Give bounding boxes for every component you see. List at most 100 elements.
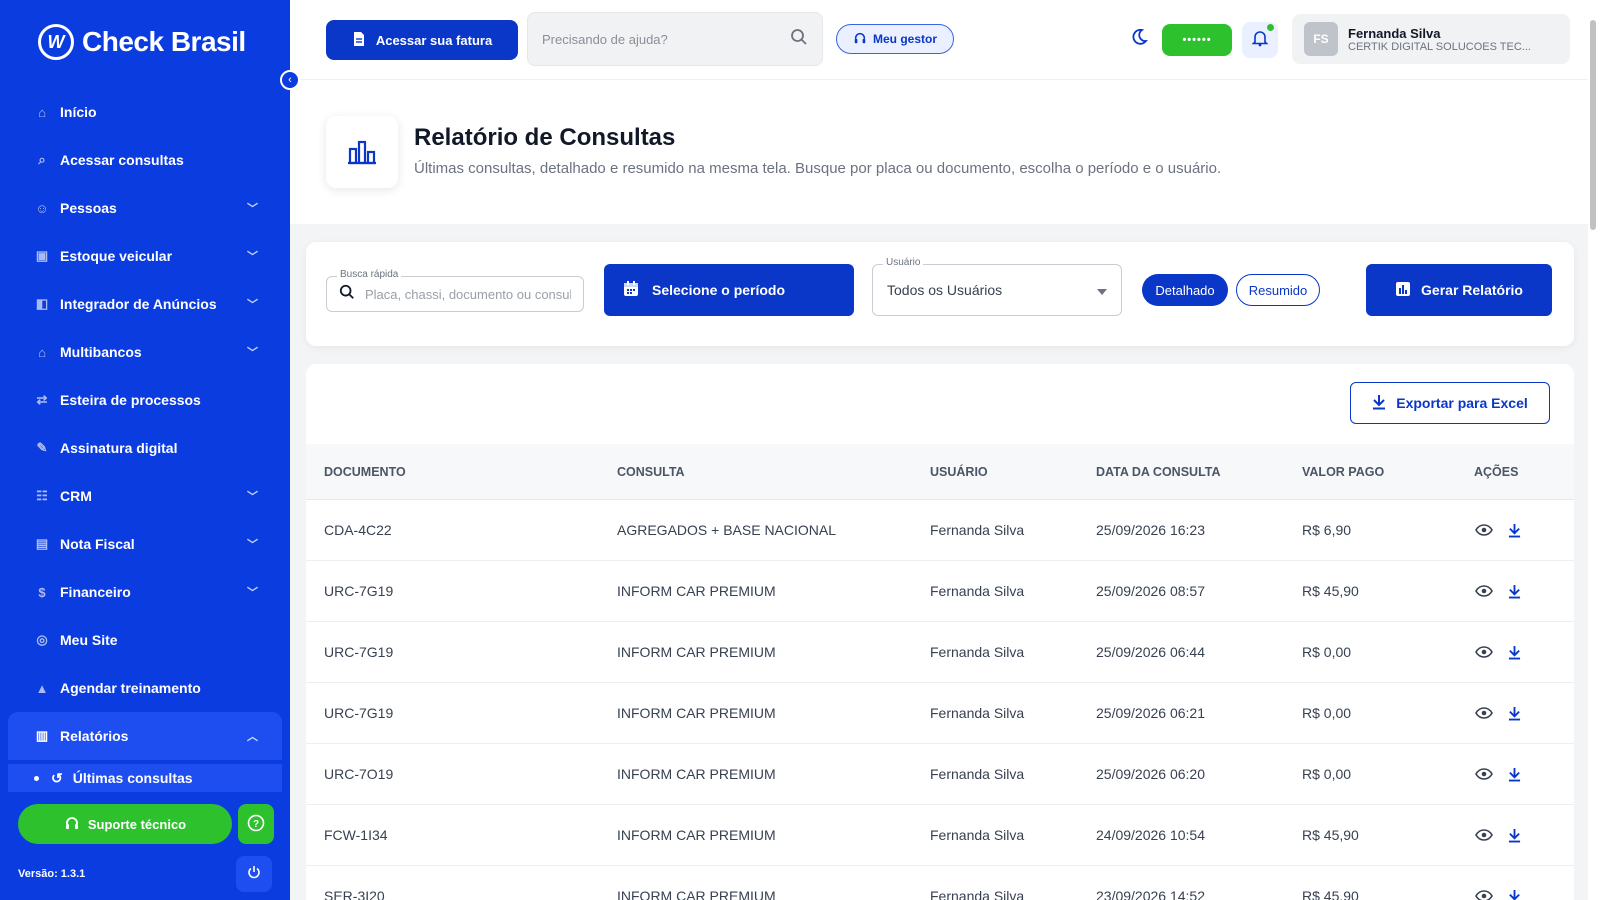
download-icon[interactable] [1504, 703, 1524, 723]
notifications-button[interactable] [1242, 22, 1278, 58]
table-cell: INFORM CAR PREMIUM [617, 583, 776, 599]
download-icon[interactable] [1504, 520, 1524, 540]
row-actions [1474, 581, 1574, 601]
column-header[interactable]: USUÁRIO [930, 465, 1096, 479]
column-header[interactable]: DATA DA CONSULTA [1096, 465, 1302, 479]
eye-icon[interactable] [1474, 642, 1494, 662]
table-row: CDA-4C22 AGREGADOS + BASE NACIONAL Fernand… [306, 500, 1574, 561]
version-label: Versão: 1.3.1 [18, 868, 86, 880]
bank-icon: ⌂ [38, 344, 46, 360]
brand-logo-icon: W [38, 24, 74, 60]
table-header: DOCUMENTO CONSULTA USUÁRIO DATA DA CONSU… [306, 444, 1574, 500]
table-cell: R$ 45,90 [1302, 827, 1359, 843]
brand-name: Check Brasil [82, 26, 246, 57]
help-button[interactable]: ? [238, 804, 274, 844]
download-icon[interactable] [1504, 886, 1524, 900]
logout-button[interactable] [236, 856, 272, 892]
sidebar-item[interactable]: ⇄ Esteira de processos [8, 376, 282, 424]
support-button[interactable]: Suporte técnico [18, 804, 232, 844]
user-name: Fernanda Silva [1348, 25, 1441, 41]
table-cell: 25/09/2026 08:57 [1096, 583, 1205, 599]
row-actions [1474, 703, 1574, 723]
sidebar-item[interactable]: ▤ Nota Fiscal ﹀ [8, 520, 282, 568]
sidebar-item-label: Esteira de processos [60, 392, 201, 408]
chevron-down-icon: ﹀ [247, 491, 258, 503]
sidebar-nav: ⌂ Início ⌕ Acessar consultas ☺ Pessoas ﹀ ▣ Estoq… [8, 88, 282, 792]
help-search-input[interactable] [542, 31, 772, 47]
balance-pill[interactable]: •••••• [1162, 24, 1232, 56]
download-icon [1372, 394, 1386, 413]
sidebar-subitem[interactable]: ↺ Últimas consultas [8, 764, 282, 792]
invoice-button[interactable]: Acessar sua fatura [326, 20, 518, 60]
table-row: URC-7O19 INFORM CAR PREMIUM Fernanda Silva… [306, 744, 1574, 805]
eye-icon[interactable] [1474, 581, 1494, 601]
mode-detailed-button[interactable]: Detalhado [1142, 274, 1228, 306]
sidebar-item[interactable]: ▣ Estoque veicular ﹀ [8, 232, 282, 280]
sidebar-item[interactable]: ⌂ Início [8, 88, 282, 136]
user-menu[interactable]: FS Fernanda Silva CERTIK DIGITAL SOLUCOE… [1292, 14, 1570, 64]
search-icon: ⌕ [38, 152, 46, 167]
table-cell: INFORM CAR PREMIUM [617, 705, 776, 721]
eye-icon[interactable] [1474, 764, 1494, 784]
eye-icon[interactable] [1474, 703, 1494, 723]
sidebar-item-label: Início [60, 104, 97, 120]
sidebar-item[interactable]: ⌂ Multibancos ﹀ [8, 328, 282, 376]
column-header[interactable]: DOCUMENTO [306, 465, 617, 479]
table-cell: CDA-4C22 [324, 522, 392, 538]
power-icon [246, 864, 262, 884]
sidebar-item[interactable]: ◧ Integrador de Anúncios ﹀ [8, 280, 282, 328]
mode-summary-button[interactable]: Resumido [1236, 274, 1320, 306]
help-search [527, 12, 823, 66]
headset-icon [64, 815, 80, 834]
eye-icon[interactable] [1474, 825, 1494, 845]
collapse-sidebar-button[interactable]: ‹ [280, 70, 300, 90]
sidebar-item-label: Multibancos [60, 344, 142, 360]
sidebar-item[interactable]: ☷ CRM ﹀ [8, 472, 282, 520]
invoice-icon: ▤ [35, 536, 49, 551]
manager-button[interactable]: Meu gestor [836, 24, 954, 54]
user-select-value: Todos os Usuários [887, 282, 1003, 298]
row-actions [1474, 520, 1574, 540]
period-picker-button[interactable]: Selecione o período [604, 264, 854, 316]
results-table-card: Exportar para Excel DOCUMENTO CONSULTA U… [306, 364, 1574, 900]
brand[interactable]: W Check Brasil [38, 24, 246, 60]
column-header[interactable]: VALOR PAGO [1302, 465, 1474, 479]
sidebar-item[interactable]: ✎ Assinatura digital [8, 424, 282, 472]
sidebar-item[interactable]: ▲ Agendar treinamento [8, 664, 282, 712]
eye-icon[interactable] [1474, 886, 1494, 900]
calendar-icon [622, 280, 640, 301]
download-icon[interactable] [1504, 642, 1524, 662]
dark-mode-toggle[interactable] [1130, 28, 1148, 51]
quick-search-input[interactable] [365, 286, 571, 302]
sidebar-item[interactable]: ☺ Pessoas ﹀ [8, 184, 282, 232]
table-cell: URC-7O19 [324, 766, 394, 782]
sidebar-item[interactable]: ◎ Meu Site [8, 616, 282, 664]
page-title: Relatório de Consultas [414, 124, 676, 151]
row-actions [1474, 642, 1574, 662]
user-company: CERTIK DIGITAL SOLUCOES TEC... [1348, 40, 1531, 53]
avatar: FS [1304, 22, 1338, 56]
table-cell: Fernanda Silva [930, 888, 1025, 900]
download-icon[interactable] [1504, 825, 1524, 845]
generate-report-button[interactable]: Gerar Relatório [1366, 264, 1552, 316]
flow-icon: ⇄ [36, 392, 48, 407]
search-icon[interactable] [790, 28, 808, 51]
sidebar-item[interactable]: $ Financeiro ﹀ [8, 568, 282, 616]
download-icon[interactable] [1504, 581, 1524, 601]
quick-search-label: Busca rápida [337, 269, 402, 280]
svg-text:?: ? [253, 819, 259, 830]
sidebar-item[interactable]: ⌕ Acessar consultas [8, 136, 282, 184]
scrollbar-thumb[interactable] [1590, 20, 1596, 230]
user-select[interactable]: Usuário Todos os Usuários [872, 257, 1122, 316]
chevron-down-icon: ﹀ [247, 539, 258, 551]
chevron-down-icon: ﹀ [247, 251, 258, 263]
eye-icon[interactable] [1474, 520, 1494, 540]
sidebar-item[interactable]: ▥ Relatórios ︿ [8, 712, 282, 760]
sidebar-item-label: Financeiro [60, 584, 131, 600]
chart-icon [1395, 281, 1411, 300]
download-icon[interactable] [1504, 764, 1524, 784]
column-header[interactable]: CONSULTA [617, 465, 930, 479]
export-excel-button[interactable]: Exportar para Excel [1350, 382, 1550, 424]
table-cell: Fernanda Silva [930, 522, 1025, 538]
chevron-down-icon: ﹀ [247, 587, 258, 599]
